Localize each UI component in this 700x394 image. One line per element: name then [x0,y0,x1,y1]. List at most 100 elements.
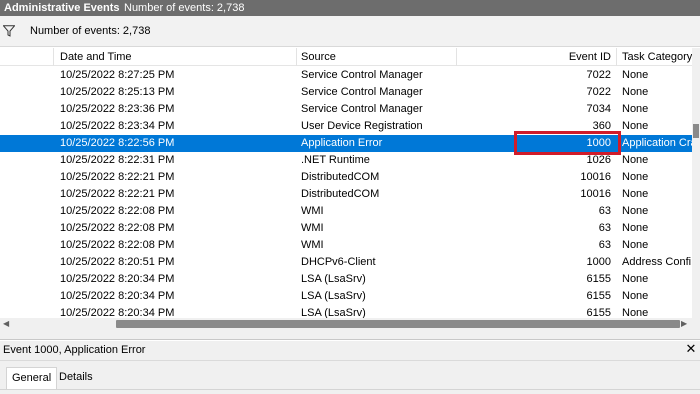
column-separator[interactable] [53,48,54,66]
column-separator[interactable] [616,48,617,66]
event-count-title: Number of events: 2,738 [124,2,245,14]
scroll-left-arrow-icon[interactable]: ◀ [3,320,9,328]
cell-date-time: 10/25/2022 8:22:08 PM [60,239,175,251]
cell-task-category: None [622,69,649,81]
detail-tabs: General Details [0,361,700,394]
cell-source: LSA (LsaSrv) [301,307,366,318]
window-title: Administrative Events [4,2,120,14]
cell-event-id: 6155 [586,273,611,285]
filter-bar: Number of events: 2,738 [0,16,700,47]
cell-date-time: 10/25/2022 8:22:08 PM [60,222,175,234]
horizontal-scroll-thumb[interactable] [116,320,680,328]
cell-date-time: 10/25/2022 8:20:34 PM [60,307,175,318]
tab-general[interactable]: General [6,367,58,389]
cell-task-category: None [622,171,649,183]
cell-task-category: Application Cra [622,137,692,149]
table-row[interactable]: 10/25/2022 8:27:25 PM Service Control Man… [0,67,692,84]
cell-source: DistributedCOM [301,188,380,200]
cell-task-category: None [622,290,649,302]
cell-event-id: 63 [598,222,611,234]
table-row[interactable]: 10/25/2022 8:22:21 PM DistributedCOM 10016… [0,169,692,186]
table-row[interactable]: 10/25/2022 8:20:34 PM LSA (LsaSrv) 6155 Non… [0,305,692,318]
event-detail-title: Event 1000, Application Error [3,344,146,356]
cell-source: User Device Registration [301,120,423,132]
cell-date-time: 10/25/2022 8:22:56 PM [60,137,175,149]
close-icon[interactable]: ✕ [685,342,697,356]
cell-date-time: 10/25/2022 8:20:51 PM [60,256,175,268]
cell-date-time: 10/25/2022 8:27:25 PM [60,69,175,81]
table-row[interactable]: 10/25/2022 8:22:08 PM WMI 63 None [0,220,692,237]
cell-task-category: None [622,154,649,166]
cell-event-id: 6155 [586,307,611,318]
cell-source: Service Control Manager [301,69,423,81]
table-row[interactable]: 10/25/2022 8:20:34 PM LSA (LsaSrv) 6155 Non… [0,271,692,288]
event-detail-header: Event 1000, Application Error ✕ [0,341,700,361]
cell-task-category: None [622,307,649,318]
cell-task-category: None [622,86,649,98]
cell-task-category: None [622,120,649,132]
cell-date-time: 10/25/2022 8:22:08 PM [60,205,175,217]
cell-source: Service Control Manager [301,86,423,98]
column-separator[interactable] [456,48,457,66]
cell-date-time: 10/25/2022 8:23:36 PM [60,103,175,115]
events-grid[interactable]: Date and Time Source Event ID Task Categ… [0,48,692,318]
table-row[interactable]: 10/25/2022 8:25:13 PM Service Control Man… [0,84,692,101]
title-bar: Administrative Events Number of events: … [0,0,700,16]
horizontal-scrollbar[interactable]: ◀ ▶ [0,318,700,330]
tab-details[interactable]: Details [54,367,98,389]
cell-date-time: 10/25/2022 8:22:31 PM [60,154,175,166]
cell-source: Application Error [301,137,383,149]
cell-event-id: 7034 [586,103,611,115]
pane-splitter[interactable] [0,330,700,340]
cell-task-category: None [622,205,649,217]
cell-event-id: 63 [598,239,611,251]
cell-source: Service Control Manager [301,103,423,115]
table-row[interactable]: 10/25/2022 8:22:31 PM .NET Runtime 1026 Non… [0,152,692,169]
cell-source: DHCPv6-Client [301,256,376,268]
cell-task-category: None [622,103,649,115]
filter-icon[interactable] [3,25,15,37]
cell-source: WMI [301,205,324,217]
vertical-scrollbar[interactable] [692,48,700,318]
column-header-task-category[interactable]: Task Category [622,48,692,66]
cell-task-category: Address Confi [622,256,692,268]
cell-task-category: None [622,188,649,200]
column-header-source[interactable]: Source [301,48,336,66]
cell-event-id: 1026 [586,154,611,166]
column-header-row: Date and Time Source Event ID Task Categ… [0,48,692,66]
vertical-scroll-thumb[interactable] [693,124,699,138]
table-row[interactable]: 10/25/2022 8:20:34 PM LSA (LsaSrv) 6155 Non… [0,288,692,305]
table-row-selected[interactable]: 10/25/2022 8:22:56 PM Application Error 10… [0,131,692,155]
cell-event-id: 7022 [586,86,611,98]
cell-event-id: 10016 [580,188,611,200]
filter-event-count: Number of events: 2,738 [30,25,151,37]
cell-date-time: 10/25/2022 8:22:21 PM [60,188,175,200]
cell-source: LSA (LsaSrv) [301,273,366,285]
cell-source: .NET Runtime [301,154,370,166]
column-separator[interactable] [296,48,297,66]
cell-event-id: 1000 [586,256,611,268]
scroll-right-arrow-icon[interactable]: ▶ [681,320,687,328]
event-rows: 10/25/2022 8:27:25 PM Service Control Man… [0,67,692,318]
table-row[interactable]: 10/25/2022 8:22:08 PM WMI 63 None [0,203,692,220]
table-row[interactable]: 10/25/2022 8:22:21 PM DistributedCOM 10016… [0,186,692,203]
cell-date-time: 10/25/2022 8:20:34 PM [60,290,175,302]
cell-task-category: None [622,239,649,251]
cell-task-category: None [622,222,649,234]
tab-divider [0,389,700,390]
cell-task-category: None [622,273,649,285]
cell-source: DistributedCOM [301,171,380,183]
cell-date-time: 10/25/2022 8:23:34 PM [60,120,175,132]
cell-date-time: 10/25/2022 8:20:34 PM [60,273,175,285]
cell-source: WMI [301,222,324,234]
column-header-date[interactable]: Date and Time [60,48,132,66]
column-header-event-id[interactable]: Event ID [515,48,611,66]
table-row[interactable]: 10/25/2022 8:20:51 PM DHCPv6-Client 1000 Ad… [0,254,692,271]
cell-event-id: 63 [598,205,611,217]
cell-source: WMI [301,239,324,251]
cell-source: LSA (LsaSrv) [301,290,366,302]
table-row[interactable]: 10/25/2022 8:23:36 PM Service Control Man… [0,101,692,118]
cell-date-time: 10/25/2022 8:25:13 PM [60,86,175,98]
table-row[interactable]: 10/25/2022 8:22:08 PM WMI 63 None [0,237,692,254]
cell-event-id: 7022 [586,69,611,81]
